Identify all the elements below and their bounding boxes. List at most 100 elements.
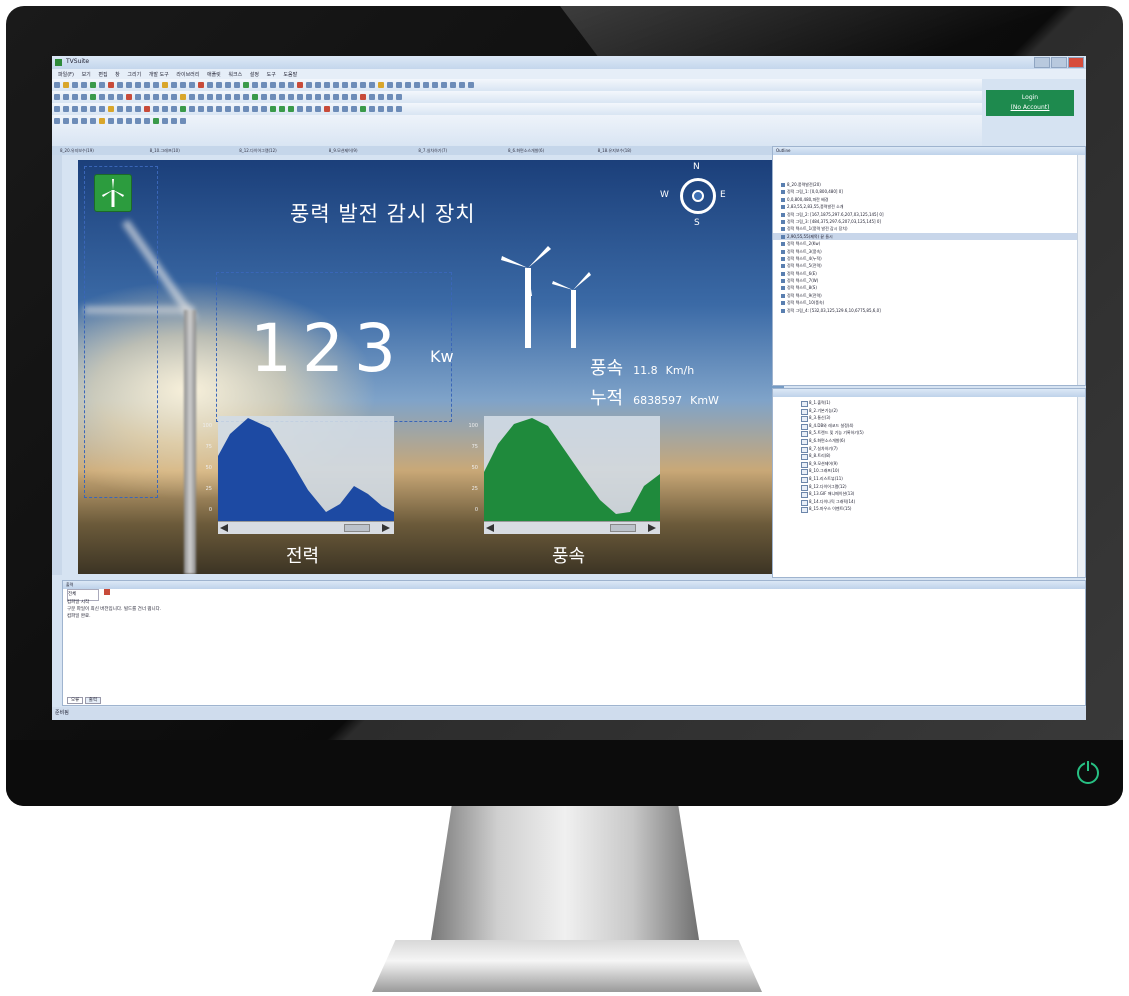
menu-item[interactable]: 보기 bbox=[82, 71, 91, 78]
power-chart-label: 전력 bbox=[286, 546, 320, 567]
outline-item[interactable]: 정적 텍스트_9(전력) bbox=[773, 292, 1085, 299]
toolbar-2[interactable] bbox=[52, 91, 982, 103]
library-panel: 8_1.출력(1) 8_2.기본기능(2) 8_3.통신(3) 8_4.DB와 … bbox=[772, 388, 1086, 578]
outline-item[interactable]: 0,0,800,480,파란 배경 bbox=[773, 196, 1085, 203]
scroll-left-icon[interactable] bbox=[486, 524, 494, 532]
library-item[interactable]: 8_5.트렌드 및 기능 기록하기(5) bbox=[773, 429, 1085, 437]
chart-scrollbar[interactable] bbox=[218, 521, 394, 534]
library-item[interactable]: 8_14.다이나믹 그래픽(14) bbox=[773, 498, 1085, 506]
tab-output[interactable]: 출력 bbox=[84, 697, 101, 704]
menu-item[interactable]: 애플릿 bbox=[207, 71, 221, 78]
library-item[interactable]: 8_13.GIF 애니메이션(13) bbox=[773, 490, 1085, 498]
outline-panel: Outline 8_20.풍력발전(20) 정적 그림_1: [0,0,800,… bbox=[772, 146, 1086, 386]
library-item[interactable]: 8_6.화면소스개발(6) bbox=[773, 437, 1085, 445]
chart-scrollbar[interactable] bbox=[484, 521, 660, 534]
library-title bbox=[773, 389, 1085, 397]
maximize-button[interactable] bbox=[1051, 57, 1067, 68]
scroll-thumb[interactable] bbox=[344, 524, 370, 532]
outline-item[interactable]: 정적 텍스트_8(S) bbox=[773, 284, 1085, 291]
menu-item[interactable]: 도구 bbox=[267, 71, 276, 78]
library-item[interactable]: 8_7.실차하기(7) bbox=[773, 445, 1085, 453]
outline-item[interactable]: 정적 그림_1: [0,0,800,480] 0] bbox=[773, 188, 1085, 195]
menu-item[interactable]: 도움말 bbox=[283, 71, 297, 78]
wind-mini-chart[interactable] bbox=[484, 416, 660, 534]
library-item[interactable]: 8_4.DB와 레코드 설정(4) bbox=[773, 422, 1085, 430]
menu-item[interactable]: 라이브러리 bbox=[176, 71, 199, 78]
monitor-stand-neck bbox=[430, 806, 700, 946]
library-item[interactable]: 8_12.다이어그램(12) bbox=[773, 483, 1085, 491]
wind-speed-unit: Km/h bbox=[665, 364, 695, 377]
design-canvas[interactable]: 풍력 발전 감시 장치 N W E S 123 Kw 풍속 11.8 Km/h 누적… bbox=[78, 160, 784, 574]
compass-north: N bbox=[693, 162, 700, 172]
menu-item[interactable]: 개발 도구 bbox=[149, 71, 169, 78]
menu-item[interactable]: 창 bbox=[115, 71, 120, 78]
doc-tab[interactable]: 8_18.유지보수(18) bbox=[598, 148, 678, 154]
wind-turbine-logo-icon bbox=[94, 174, 132, 212]
toolbar-4[interactable] bbox=[52, 115, 982, 146]
outline-item[interactable]: 정적 텍스트_4(누적) bbox=[773, 255, 1085, 262]
power-icon[interactable] bbox=[1077, 761, 1099, 784]
toolbar-1[interactable] bbox=[52, 79, 982, 91]
outline-item[interactable]: 정적 텍스트_5(전력) bbox=[773, 262, 1085, 269]
tab-errors[interactable]: 오류 bbox=[67, 697, 84, 704]
app-icon bbox=[55, 59, 62, 66]
scroll-right-icon[interactable] bbox=[382, 524, 390, 532]
close-button[interactable] bbox=[1068, 57, 1084, 68]
outline-item[interactable]: 정적 그림_2: [167,1875,297.6,207,03,125,145]… bbox=[773, 211, 1085, 218]
left-tool-strip[interactable] bbox=[52, 155, 62, 575]
power-mini-chart[interactable] bbox=[218, 416, 394, 534]
outline-item[interactable]: 정적 텍스트_7(W) bbox=[773, 277, 1085, 284]
tick-label: 75 bbox=[205, 444, 212, 450]
outline-item[interactable]: 2,83,55,2,83,55,풍력발전 소개 bbox=[773, 203, 1085, 210]
library-item[interactable]: 8_9.모션제어(9) bbox=[773, 460, 1085, 468]
doc-tab[interactable]: 8_6.화면소스개발(6) bbox=[508, 148, 588, 154]
monitor-stand-base bbox=[372, 940, 762, 992]
outline-item[interactable]: 정적 텍스트_2(Kw) bbox=[773, 240, 1085, 247]
tick-label: 25 bbox=[471, 486, 478, 492]
library-item[interactable]: 8_10.그래프(10) bbox=[773, 467, 1085, 475]
wind-speed-label: 풍속 bbox=[590, 358, 624, 379]
library-item[interactable]: 8_3.통신(3) bbox=[773, 414, 1085, 422]
login-button[interactable]: Login (No Account) bbox=[986, 90, 1074, 116]
scroll-left-icon[interactable] bbox=[220, 524, 228, 532]
library-item[interactable]: 8_15.마우스 이벤트(15) bbox=[773, 505, 1085, 513]
doc-tab[interactable]: 8_20.유지보수(19) bbox=[60, 148, 140, 154]
outline-item[interactable]: 정적 그림_4: [532,03,125,129.6,10,6775,85,6,… bbox=[773, 307, 1085, 314]
doc-tab[interactable]: 8_9.모션제어(9) bbox=[329, 148, 409, 154]
output-line: 컴파일 시작 bbox=[67, 600, 90, 605]
library-item[interactable]: 8_11.리스트뷰(11) bbox=[773, 475, 1085, 483]
minimize-button[interactable] bbox=[1034, 57, 1050, 68]
selection-box[interactable] bbox=[84, 166, 158, 498]
outline-title: Outline bbox=[773, 147, 1085, 155]
wind-speed-value: 11.8 bbox=[633, 364, 658, 377]
clear-output-icon[interactable] bbox=[104, 589, 111, 595]
power-value: 123 bbox=[250, 310, 406, 387]
doc-tab[interactable]: 8_12.다이어그램(12) bbox=[239, 148, 319, 154]
library-scrollbar[interactable] bbox=[1077, 397, 1085, 577]
library-item[interactable]: 8_2.기본기능(2) bbox=[773, 407, 1085, 415]
outline-item-selected[interactable]: 2,90,55,55(제목) 끝 들시 bbox=[773, 232, 1085, 241]
menu-item[interactable]: 워크스 bbox=[228, 71, 242, 78]
scroll-right-icon[interactable] bbox=[648, 524, 656, 532]
outline-item[interactable]: 8_20.풍력발전(20) bbox=[773, 181, 1085, 188]
outline-item[interactable]: 정적 텍스트_6(E) bbox=[773, 270, 1085, 277]
tick-label: 100 bbox=[468, 423, 478, 429]
scroll-thumb[interactable] bbox=[610, 524, 636, 532]
menu-item[interactable]: 그리기 bbox=[127, 71, 141, 78]
outline-item[interactable]: 정적 텍스트_1(풍력 발전 감시 장치) bbox=[773, 225, 1085, 232]
menu-item[interactable]: 파일(F) bbox=[58, 71, 74, 78]
cumulative-unit: KmW bbox=[690, 394, 719, 407]
menu-item[interactable]: 설정 bbox=[250, 71, 259, 78]
output-title: 출력 bbox=[63, 581, 1085, 589]
menu-item[interactable]: 편집 bbox=[98, 71, 107, 78]
toolbar-3[interactable] bbox=[52, 103, 982, 115]
outline-item[interactable]: 정적 텍스트_10(풍속) bbox=[773, 299, 1085, 306]
library-item[interactable]: 8_8.트리(8) bbox=[773, 452, 1085, 460]
output-filter-row: 전체 bbox=[63, 589, 1085, 601]
outline-item[interactable]: 정적 그림_3: [484,375,297.6,207,03,125,145] … bbox=[773, 218, 1085, 225]
outline-item[interactable]: 정적 텍스트_3(풍속) bbox=[773, 248, 1085, 255]
doc-tab[interactable]: 8_7.실차하기(7) bbox=[418, 148, 498, 154]
doc-tab[interactable]: 8_10.그래프(10) bbox=[150, 148, 230, 154]
outline-scrollbar[interactable] bbox=[1077, 155, 1085, 385]
library-item[interactable]: 8_1.출력(1) bbox=[773, 399, 1085, 407]
